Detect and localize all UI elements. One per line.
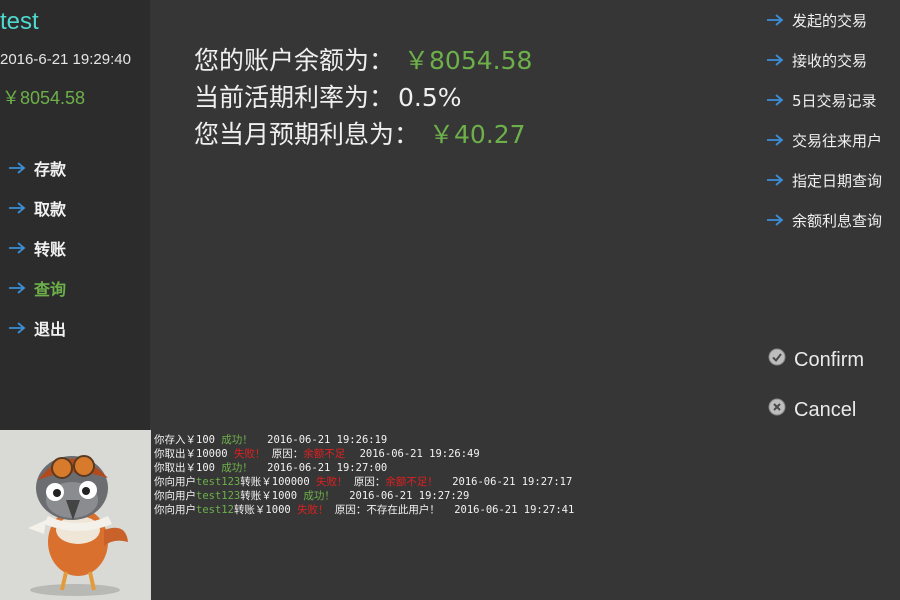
log-status: 成功！ bbox=[221, 434, 253, 446]
cancel-label: Cancel bbox=[794, 398, 857, 421]
log-action: 转账￥100000 bbox=[240, 476, 310, 488]
log-entry: 你向用户test12转账￥1000 失败！ 原因：不存在此用户！ 2016-06… bbox=[154, 503, 574, 517]
log-status: 失败！ bbox=[297, 504, 329, 516]
arrow-right-icon bbox=[766, 93, 784, 107]
query-item-label: 发起的交易 bbox=[792, 11, 868, 30]
interest-value: ￥40.27 bbox=[429, 120, 526, 149]
rate-label: 当前活期利率为： bbox=[194, 83, 395, 112]
arrow-right-icon bbox=[8, 241, 26, 255]
nav-item-label: 退出 bbox=[34, 320, 67, 339]
balance-value: ￥8054.58 bbox=[404, 46, 533, 75]
nav-item-label: 转账 bbox=[34, 240, 67, 259]
nav-item-exit[interactable]: 退出 bbox=[8, 308, 66, 348]
query-item-label: 指定日期查询 bbox=[792, 171, 883, 190]
arrow-right-icon bbox=[766, 133, 784, 147]
nav-item-withdraw[interactable]: 取款 bbox=[8, 188, 66, 228]
query-item-counterparties[interactable]: 交易往来用户 bbox=[766, 120, 882, 160]
avatar bbox=[0, 430, 151, 600]
balance-line: 您的账户余额为： ￥8054.58 bbox=[194, 42, 532, 79]
main-nav: 存款 取款 转账 查询 退出 bbox=[8, 148, 66, 348]
log-entry: 你向用户test123转账￥100000 失败！ 原因：余额不足！ 2016-0… bbox=[154, 475, 574, 489]
log-prefix: 你向用户 bbox=[154, 476, 196, 488]
interest-line: 您当月预期利息为： ￥40.27 bbox=[194, 116, 532, 153]
query-item-by-date[interactable]: 指定日期查询 bbox=[766, 160, 882, 200]
cancel-button[interactable]: Cancel bbox=[768, 398, 856, 422]
arrow-right-icon bbox=[8, 161, 26, 175]
query-item-label: 接收的交易 bbox=[792, 51, 868, 70]
transaction-log: 你存入￥100 成功！ 2016-06-21 19:26:19 你取出￥1000… bbox=[154, 433, 574, 517]
log-status: 失败！ bbox=[316, 476, 348, 488]
query-item-label: 余额利息查询 bbox=[792, 211, 883, 230]
current-datetime: 2016-6-21 19:29:40 bbox=[0, 51, 131, 68]
log-status: 失败！ bbox=[233, 448, 266, 460]
log-time: 2016-06-21 19:26:19 bbox=[267, 434, 388, 446]
nav-item-deposit[interactable]: 存款 bbox=[8, 148, 66, 188]
confirm-button[interactable]: Confirm bbox=[768, 348, 864, 372]
log-time: 2016-06-21 19:26:49 bbox=[359, 448, 480, 460]
log-reason: 余额不足 bbox=[303, 448, 346, 460]
close-icon bbox=[768, 398, 786, 422]
query-item-label: 交易往来用户 bbox=[792, 131, 883, 150]
log-reason-label: 原因： bbox=[271, 448, 304, 460]
log-time: 2016-06-21 19:27:00 bbox=[267, 462, 388, 474]
query-item-initiated[interactable]: 发起的交易 bbox=[766, 0, 882, 40]
log-prefix: 你向用户 bbox=[154, 490, 196, 502]
query-item-5day[interactable]: 5日交易记录 bbox=[766, 80, 882, 120]
log-entry: 你存入￥100 成功！ 2016-06-21 19:26:19 bbox=[154, 433, 574, 447]
account-summary: 您的账户余额为： ￥8054.58 当前活期利率为： 0.5% 您当月预期利息为： ￥… bbox=[194, 42, 532, 153]
arrow-right-icon bbox=[8, 321, 26, 335]
log-time: 2016-06-21 19:27:41 bbox=[454, 504, 575, 516]
nav-item-label: 查询 bbox=[34, 280, 67, 299]
log-action: 转账￥1000 bbox=[240, 490, 298, 502]
arrow-right-icon bbox=[766, 13, 784, 27]
nav-item-transfer[interactable]: 转账 bbox=[8, 228, 66, 268]
arrow-right-icon bbox=[766, 213, 784, 227]
log-action: 你取出￥100 bbox=[154, 462, 215, 474]
log-reason: 不存在此用户！ bbox=[366, 504, 440, 516]
log-reason-label: 原因： bbox=[334, 504, 367, 516]
query-item-received[interactable]: 接收的交易 bbox=[766, 40, 882, 80]
aviator-bird-avatar-icon bbox=[28, 455, 128, 596]
balance-label: 您的账户余额为： bbox=[194, 46, 395, 75]
log-entry: 你向用户test123转账￥1000 成功！ 2016-06-21 19:27:… bbox=[154, 489, 574, 503]
sidebar-balance: ￥8054.58 bbox=[2, 88, 86, 108]
log-prefix: 你向用户 bbox=[154, 504, 196, 516]
log-peer: test123 bbox=[196, 476, 241, 488]
arrow-right-icon bbox=[8, 201, 26, 215]
arrow-right-icon bbox=[8, 281, 26, 295]
log-action: 你存入￥100 bbox=[154, 434, 215, 446]
log-action: 转账￥1000 bbox=[233, 504, 291, 516]
query-item-label: 5日交易记录 bbox=[792, 91, 877, 110]
arrow-right-icon bbox=[766, 173, 784, 187]
interest-label: 您当月预期利息为： bbox=[194, 120, 420, 149]
arrow-right-icon bbox=[766, 53, 784, 67]
log-reason: 余额不足！ bbox=[385, 476, 438, 488]
query-menu: 发起的交易 接收的交易 5日交易记录 交易往来用户 指定日期查询 余额利息查询 bbox=[766, 0, 882, 240]
rate-line: 当前活期利率为： 0.5% bbox=[194, 79, 532, 116]
left-panel: test 2016-6-21 19:29:40 ￥8054.58 存款 取款 转… bbox=[0, 0, 150, 430]
rate-value: 0.5% bbox=[398, 83, 462, 112]
log-reason-label: 原因： bbox=[353, 476, 386, 488]
query-item-balance-interest[interactable]: 余额利息查询 bbox=[766, 200, 882, 240]
log-entry: 你取出￥100 成功！ 2016-06-21 19:27:00 bbox=[154, 461, 574, 475]
log-entry: 你取出￥10000 失败！ 原因：余额不足 2016-06-21 19:26:4… bbox=[154, 447, 574, 461]
confirm-label: Confirm bbox=[794, 348, 865, 371]
username: test bbox=[0, 8, 39, 35]
check-icon bbox=[768, 348, 786, 372]
nav-item-query[interactable]: 查询 bbox=[8, 268, 66, 308]
log-status: 成功！ bbox=[303, 490, 335, 502]
log-peer: test123 bbox=[196, 490, 241, 502]
log-time: 2016-06-21 19:27:29 bbox=[349, 490, 470, 502]
nav-item-label: 取款 bbox=[34, 200, 67, 219]
log-peer: test12 bbox=[196, 504, 234, 516]
log-time: 2016-06-21 19:27:17 bbox=[452, 476, 573, 488]
nav-item-label: 存款 bbox=[34, 160, 67, 179]
log-status: 成功！ bbox=[221, 462, 253, 474]
log-action: 你取出￥10000 bbox=[154, 448, 228, 460]
